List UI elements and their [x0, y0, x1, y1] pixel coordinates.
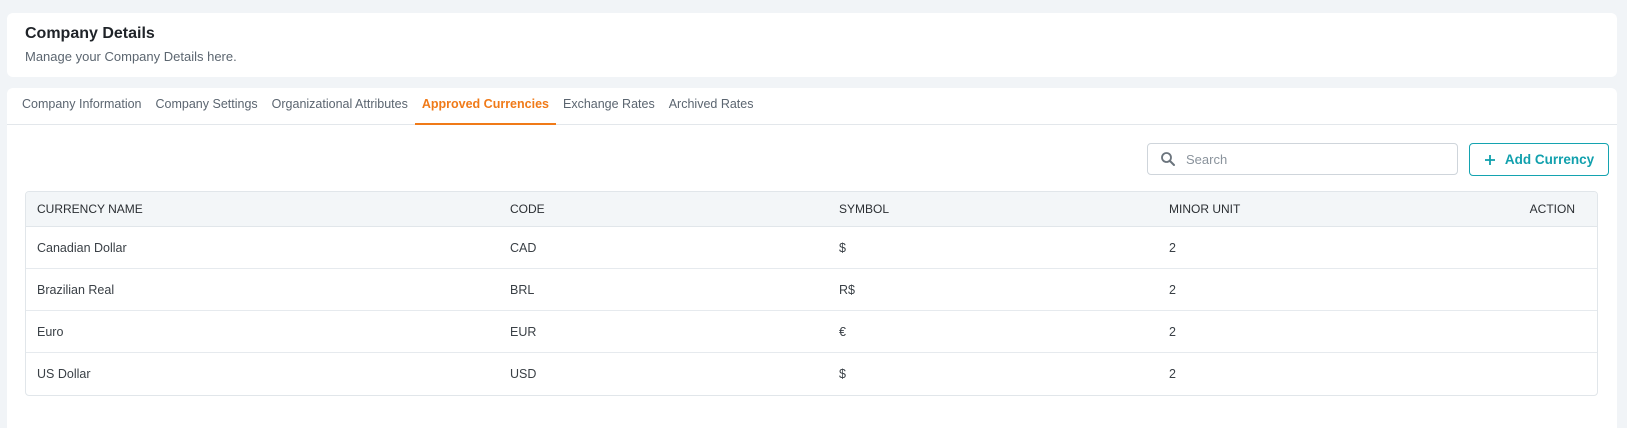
tab-exchange-rates[interactable]: Exchange Rates	[556, 88, 662, 125]
cell-symbol: $	[839, 367, 846, 381]
table-row[interactable]: Brazilian Real BRL R$ 2	[26, 269, 1597, 311]
cell-code: BRL	[510, 282, 535, 297]
cell-symbol: $	[839, 240, 846, 255]
page-header: Company Details Manage your Company Deta…	[7, 13, 1617, 77]
search-input[interactable]	[1186, 151, 1436, 167]
cell-minor-unit: 2	[1169, 324, 1176, 339]
search-icon	[1160, 151, 1176, 167]
cell-currency-name: Euro	[37, 324, 64, 339]
cell-symbol: R$	[839, 282, 855, 297]
tab-bar: Company Information Company Settings Org…	[7, 88, 1617, 125]
cell-code: EUR	[510, 324, 537, 339]
tab-company-settings[interactable]: Company Settings	[149, 88, 265, 125]
cell-currency-name: Brazilian Real	[37, 282, 115, 297]
page-subtitle: Manage your Company Details here.	[25, 49, 237, 64]
cell-code: CAD	[510, 240, 537, 255]
column-header-currency-name: CURRENCY NAME	[37, 202, 143, 216]
table-row[interactable]: Euro EUR € 2	[26, 311, 1597, 353]
column-header-minor-unit: MINOR UNIT	[1169, 202, 1241, 216]
add-currency-label: Add Currency	[1504, 152, 1595, 167]
cell-currency-name: US Dollar	[37, 367, 91, 381]
currencies-table: CURRENCY NAME CODE SYMBOL MINOR UNIT ACT…	[25, 191, 1598, 396]
tab-company-information[interactable]: Company Information	[15, 88, 149, 125]
table-header: CURRENCY NAME CODE SYMBOL MINOR UNIT ACT…	[26, 192, 1597, 227]
tab-archived-rates[interactable]: Archived Rates	[662, 88, 761, 125]
cell-symbol: €	[839, 324, 846, 339]
column-header-symbol: SYMBOL	[839, 202, 890, 216]
table-row[interactable]: Canadian Dollar CAD $ 2	[26, 227, 1597, 269]
cell-minor-unit: 2	[1169, 367, 1176, 381]
tab-approved-currencies[interactable]: Approved Currencies	[414, 88, 556, 125]
table-row[interactable]: US Dollar USD $ 2	[26, 353, 1597, 395]
page-title: Company Details	[25, 25, 155, 42]
column-header-action: ACTION	[1529, 202, 1575, 216]
plus-icon	[1484, 154, 1496, 166]
column-header-code: CODE	[510, 202, 545, 216]
content-card: Company Information Company Settings Org…	[7, 88, 1617, 428]
cell-minor-unit: 2	[1169, 240, 1176, 255]
cell-code: USD	[510, 367, 537, 381]
search-box[interactable]	[1147, 143, 1458, 175]
cell-currency-name: Canadian Dollar	[37, 240, 127, 255]
add-currency-button[interactable]: Add Currency	[1469, 143, 1609, 176]
cell-minor-unit: 2	[1169, 282, 1176, 297]
tab-organizational-attributes[interactable]: Organizational Attributes	[265, 88, 415, 125]
